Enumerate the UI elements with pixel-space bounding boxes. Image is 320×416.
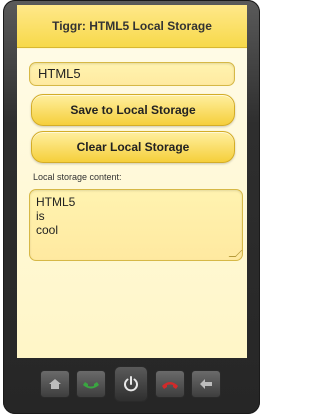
save-button[interactable]: Save to Local Storage bbox=[31, 94, 235, 126]
call-icon bbox=[83, 382, 99, 389]
content-label: Local storage content: bbox=[33, 172, 122, 182]
content-line: is bbox=[36, 209, 45, 223]
screen: Tiggr: HTML5 Local Storage HTML5 Save to… bbox=[17, 5, 247, 358]
device-frame: Tiggr: HTML5 Local Storage HTML5 Save to… bbox=[3, 0, 260, 414]
clear-button[interactable]: Clear Local Storage bbox=[31, 131, 235, 163]
content-line: HTML5 bbox=[36, 195, 76, 209]
power-icon bbox=[124, 376, 138, 392]
end-call-key[interactable] bbox=[155, 370, 185, 398]
storage-content-textarea[interactable]: HTML5 is cool bbox=[29, 189, 243, 261]
header-bar: Tiggr: HTML5 Local Storage bbox=[17, 5, 247, 48]
home-key[interactable] bbox=[40, 370, 70, 398]
page-title: Tiggr: HTML5 Local Storage bbox=[52, 19, 212, 33]
device-nav-bar bbox=[3, 362, 260, 410]
resize-handle[interactable] bbox=[228, 250, 243, 257]
content-line: cool bbox=[36, 223, 59, 237]
back-arrow-icon bbox=[200, 379, 212, 389]
content-area: HTML5 Save to Local Storage Clear Local … bbox=[17, 49, 247, 358]
home-icon bbox=[49, 379, 61, 389]
end-call-icon bbox=[162, 382, 178, 389]
back-key[interactable] bbox=[191, 370, 221, 398]
text-input[interactable]: HTML5 bbox=[29, 62, 235, 86]
power-key[interactable] bbox=[114, 366, 148, 402]
call-key[interactable] bbox=[76, 370, 106, 398]
